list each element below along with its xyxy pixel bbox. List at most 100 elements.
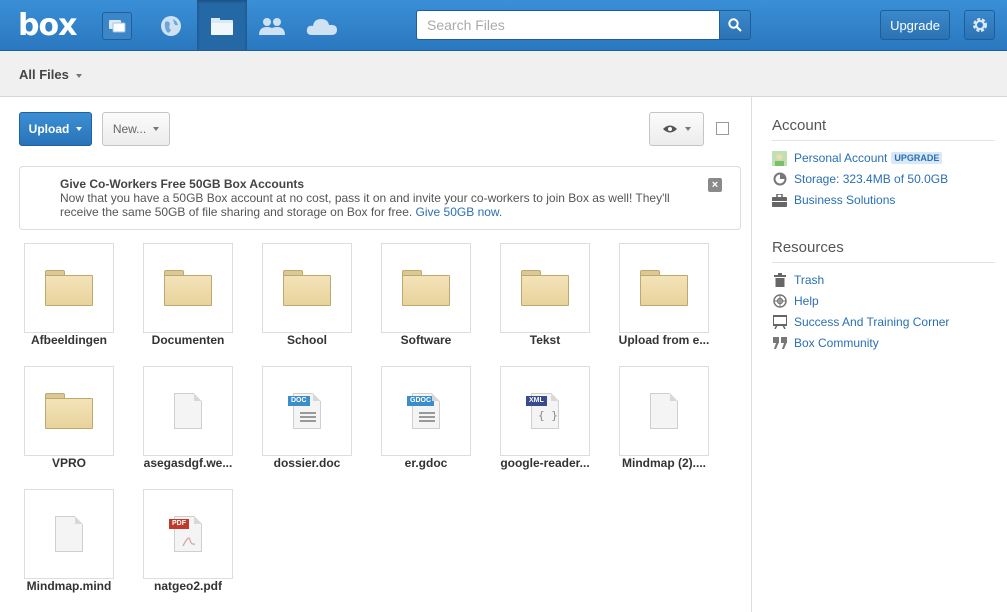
search-icon — [728, 18, 742, 32]
nav-updates[interactable] — [92, 0, 142, 51]
folder-icon — [164, 270, 212, 306]
avatar-icon — [772, 150, 787, 166]
storage-link[interactable]: Storage: 323.4MB of 50.0GB — [772, 171, 948, 187]
file-name[interactable]: Documenten — [138, 333, 238, 347]
business-solutions-label: Business Solutions — [794, 193, 896, 207]
file-name[interactable]: Tekst — [495, 333, 595, 347]
file-name[interactable]: Software — [376, 333, 476, 347]
folder-icon — [521, 270, 569, 306]
new-button[interactable]: New... — [102, 112, 170, 146]
nav-files[interactable] — [197, 0, 247, 51]
help-link[interactable]: Help — [772, 293, 819, 309]
training-corner-label: Success And Training Corner — [794, 315, 950, 329]
file-name[interactable]: Mindmap.mind — [19, 579, 119, 593]
file-name[interactable]: School — [257, 333, 357, 347]
document-file-icon: GDOC — [407, 393, 440, 429]
generic-file-icon — [55, 516, 83, 552]
nav-users[interactable] — [247, 0, 297, 51]
file-tile[interactable] — [24, 489, 114, 579]
file-type-badge: PDF — [169, 519, 189, 529]
nav-cloud[interactable] — [297, 0, 347, 51]
business-solutions-link[interactable]: Business Solutions — [772, 192, 895, 208]
folder-tile[interactable] — [24, 366, 114, 456]
close-icon[interactable]: × — [708, 178, 722, 192]
all-files-dropdown[interactable]: All Files — [19, 67, 82, 82]
personal-account-label: Personal Account — [794, 151, 888, 165]
upgrade-badge[interactable]: UPGRADE — [891, 152, 943, 164]
folder-tile[interactable] — [24, 243, 114, 333]
folder-icon — [45, 270, 93, 306]
account-heading: Account — [772, 117, 827, 134]
storage-pie-icon — [772, 172, 787, 187]
chevron-down-icon — [153, 127, 160, 131]
file-name[interactable]: VPRO — [19, 456, 119, 470]
box-logo[interactable]: box — [18, 8, 77, 43]
updates-icon — [102, 11, 132, 40]
new-label: New... — [112, 122, 147, 136]
banner-text-line2-body: receive the same 50GB of file sharing an… — [60, 205, 413, 219]
folder-tile[interactable] — [500, 243, 590, 333]
folder-tile[interactable] — [619, 243, 709, 333]
breadcrumb-bar: All Files — [0, 51, 1007, 97]
page-title: All Files — [19, 67, 69, 82]
upload-button[interactable]: Upload — [19, 112, 92, 146]
folder-tile[interactable] — [143, 243, 233, 333]
search-button[interactable] — [720, 10, 751, 40]
file-tile[interactable]: XML{ } — [500, 366, 590, 456]
file-name[interactable]: Upload from e... — [614, 333, 714, 347]
briefcase-icon — [772, 193, 787, 208]
upgrade-button[interactable]: Upgrade — [880, 10, 950, 40]
file-tile[interactable]: PDF — [143, 489, 233, 579]
quote-icon — [772, 336, 787, 351]
banner-text-line1: Now that you have a 50GB Box account at … — [60, 191, 670, 205]
training-corner-link[interactable]: Success And Training Corner — [772, 314, 949, 330]
file-tile[interactable]: GDOC — [381, 366, 471, 456]
top-bar: box Upgrade — [0, 0, 1007, 51]
personal-account-link[interactable]: Personal Account UPGRADE — [772, 150, 943, 166]
file-name[interactable]: er.gdoc — [376, 456, 476, 470]
file-type-badge: GDOC — [407, 396, 434, 406]
upload-label: Upload — [28, 122, 70, 136]
search-input[interactable] — [416, 10, 720, 40]
folder-icon — [45, 393, 93, 429]
trash-label: Trash — [794, 273, 825, 287]
globe-icon — [161, 15, 181, 36]
sidebar: Account Personal Account UPGRADE Storage… — [751, 97, 1007, 612]
box-community-label: Box Community — [794, 336, 879, 350]
training-board-icon — [772, 315, 787, 330]
eye-icon — [663, 125, 677, 133]
gear-icon — [972, 18, 987, 32]
file-name[interactable]: Mindmap (2).... — [614, 456, 714, 470]
select-all-checkbox[interactable] — [716, 122, 729, 135]
file-name[interactable]: Afbeeldingen — [19, 333, 119, 347]
file-tile[interactable]: DOC — [262, 366, 352, 456]
file-name[interactable]: natgeo2.pdf — [138, 579, 238, 593]
generic-file-icon — [650, 393, 678, 429]
settings-button[interactable] — [964, 10, 995, 40]
xml-file-icon: XML{ } — [526, 393, 559, 429]
chevron-down-icon — [685, 127, 691, 131]
divider — [772, 262, 995, 263]
users-icon — [259, 17, 285, 35]
banner-title: Give Co-Workers Free 50GB Box Accounts — [60, 177, 305, 191]
file-tile[interactable] — [619, 366, 709, 456]
document-file-icon: DOC — [288, 393, 321, 429]
file-tile[interactable] — [143, 366, 233, 456]
promo-banner: Give Co-Workers Free 50GB Box Accounts N… — [19, 166, 741, 230]
give-50gb-link[interactable]: Give 50GB now. — [416, 205, 503, 219]
storage-label: Storage: 323.4MB of 50.0GB — [794, 172, 949, 186]
folder-icon — [640, 270, 688, 306]
folder-tile[interactable] — [381, 243, 471, 333]
file-name[interactable]: dossier.doc — [257, 456, 357, 470]
file-name[interactable]: google-reader... — [495, 456, 595, 470]
nav-globe[interactable] — [146, 0, 196, 51]
trash-icon — [772, 273, 787, 288]
view-options-button[interactable] — [649, 112, 704, 146]
file-name[interactable]: asegasdgf.we... — [138, 456, 238, 470]
generic-file-icon — [174, 393, 202, 429]
file-type-badge: XML — [526, 396, 547, 406]
trash-link[interactable]: Trash — [772, 272, 824, 288]
help-lifebuoy-icon — [772, 294, 787, 309]
folder-tile[interactable] — [262, 243, 352, 333]
box-community-link[interactable]: Box Community — [772, 335, 879, 351]
